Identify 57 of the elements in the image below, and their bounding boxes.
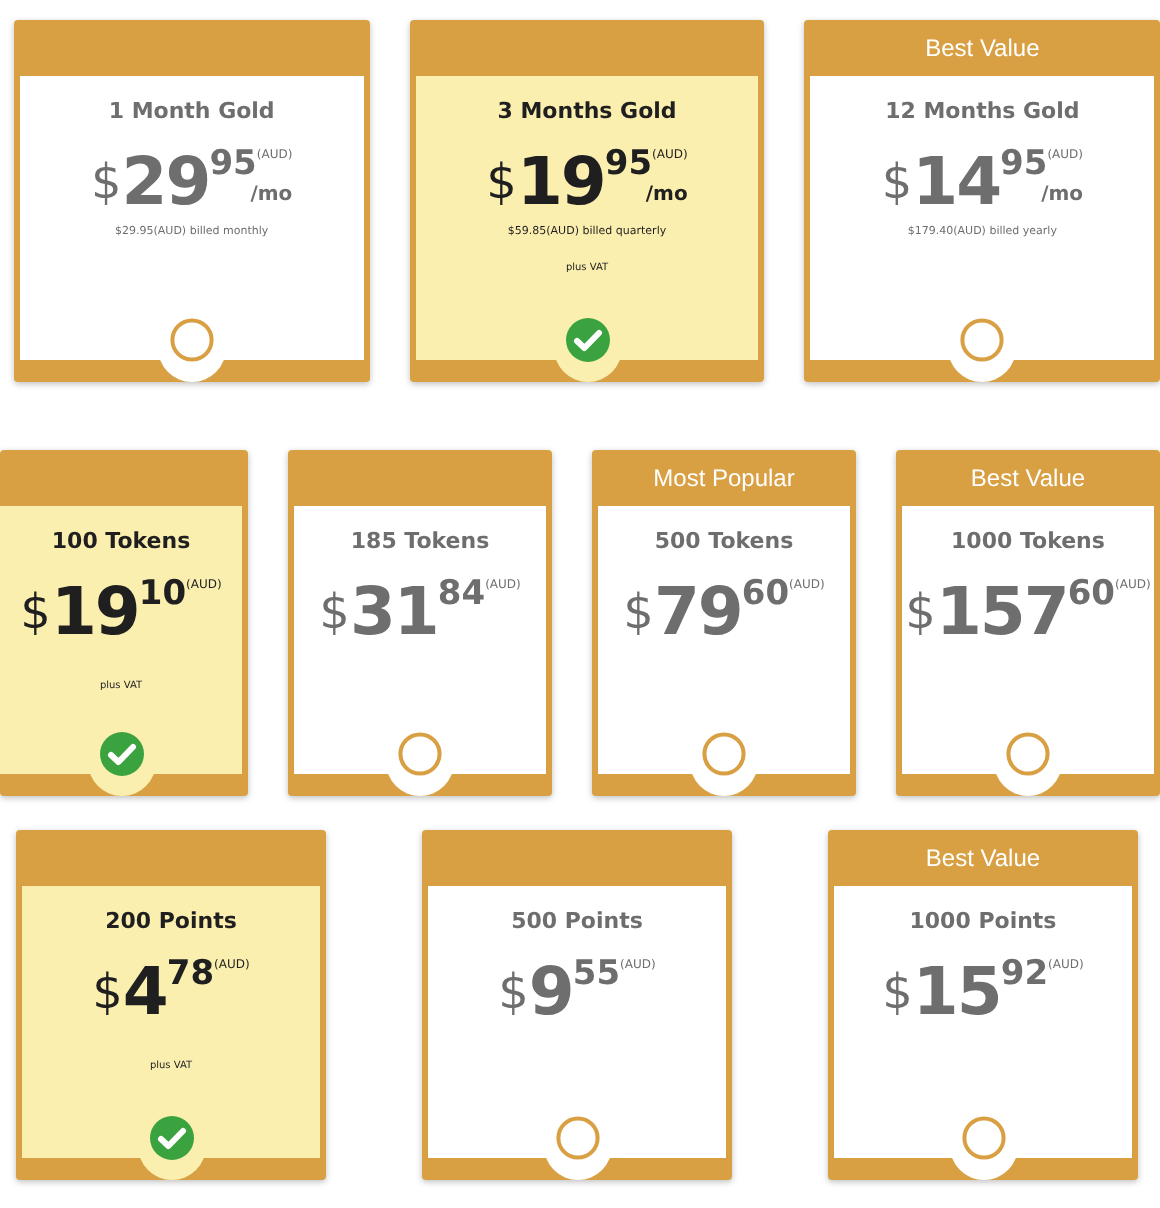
ribbon-label: Best Value [925,34,1040,62]
plan-name: 1000 Points [909,908,1057,934]
plan-name: 185 Tokens [350,528,490,554]
plan-name: 1 Month Gold [108,98,275,124]
ribbon-label: Best Value [970,464,1086,492]
billing-period: /mo [1041,186,1084,206]
radio-button[interactable] [702,732,746,776]
price-amount: 9 [528,958,573,1024]
radio-button[interactable] [555,1116,599,1160]
price-cents: 60 [741,578,790,612]
price-cents: 55 [572,958,621,992]
plan-name: 3 Months Gold [497,98,677,124]
price-amount: 31 [349,578,438,644]
price-amount: 29 [121,148,210,214]
ribbon-label: Best Value [925,844,1041,872]
price-cents: 60 [1067,578,1115,612]
price-amount: 79 [653,578,742,644]
currency-symbol: $ [881,158,913,206]
price-cents: 84 [437,578,486,612]
plan-name: 500 Points [511,908,643,934]
price-cents: 92 [1000,958,1049,992]
radio-button[interactable] [565,318,609,362]
price-cents: 10 [138,578,187,612]
radio-button[interactable] [961,1116,1005,1160]
radio-button[interactable] [99,732,144,776]
billing-period: /mo [645,186,688,206]
price-amount: 157 [935,578,1068,644]
price-amount: 4 [122,958,167,1024]
currency-symbol: $ [92,968,123,1016]
price-amount: 19 [516,148,605,214]
price-cents: 78 [166,958,215,992]
plan-name: 1000 Tokens [951,528,1105,554]
radio-button[interactable] [960,318,1005,362]
currency-symbol: $ [623,588,654,636]
price-cents: 95 [604,148,653,182]
ribbon-label: Most Popular [653,464,795,492]
plan-name: 200 Points [105,908,237,934]
currency-symbol: $ [882,968,913,1016]
billing-period: /mo [250,186,293,206]
currency-symbol: $ [486,158,517,206]
currency-symbol: $ [20,588,51,636]
plan-name: 12 Months Gold [885,98,1080,124]
radio-button[interactable] [1005,732,1050,776]
price-cents: 95 [1000,148,1048,182]
radio-button[interactable] [398,732,443,776]
currency-symbol: $ [905,588,936,636]
currency-symbol: $ [498,968,529,1016]
plan-name: 500 Tokens [654,528,794,554]
price-amount: 15 [912,958,1001,1024]
price-amount: 19 [50,578,139,644]
radio-button[interactable] [169,318,214,362]
price-amount: 14 [912,148,1001,214]
currency-symbol: $ [90,158,122,206]
currency-symbol: $ [319,588,350,636]
price-cents: 95 [209,148,257,182]
radio-button[interactable] [149,1116,193,1160]
plan-name: 100 Tokens [51,528,191,554]
